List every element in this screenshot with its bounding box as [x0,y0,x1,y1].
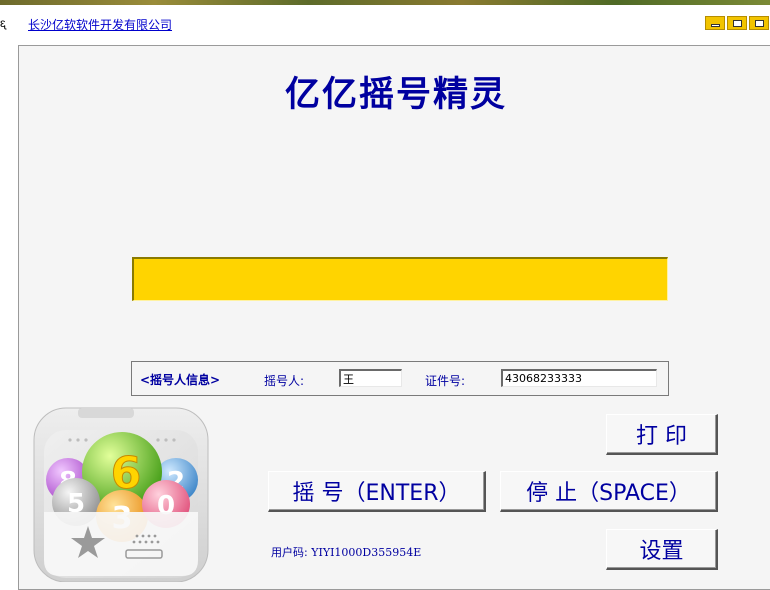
minimize-icon [710,23,720,27]
window-controls [705,16,769,30]
user-code-label: 用户码: [271,546,308,559]
app-title: 亿亿摇号精灵 [284,75,507,115]
drawer-label: 摇号人: [264,374,305,388]
top-decor-strip [0,0,770,5]
restore-button[interactable] [727,16,747,30]
lottery-balls-app-icon: 8 2 6 5 3 0 [33,407,209,582]
print-button[interactable]: 打 印 [606,414,718,455]
restore-icon [732,19,742,27]
result-display [132,257,668,301]
id-number-label: 证件号: [425,374,466,388]
user-code: 用户码: YIYI1000D355954E [271,544,421,560]
settings-button[interactable]: 设置 [606,529,718,570]
maximize-button[interactable] [749,16,769,30]
company-link[interactable]: 长沙亿软软件开发有限公司 [28,16,172,33]
id-number-input[interactable] [501,369,657,387]
minimize-button[interactable] [705,16,725,30]
maximize-icon [754,19,764,27]
corner-glyph: ᶓ [0,16,6,30]
drawer-info-title: <摇号人信息> [140,373,221,387]
stop-button[interactable]: 停 止（SPACE） [500,471,718,512]
user-code-value: YIYI1000D355954E [311,546,422,559]
draw-button[interactable]: 摇 号（ENTER） [268,471,486,512]
drawer-name-input[interactable] [339,369,402,387]
